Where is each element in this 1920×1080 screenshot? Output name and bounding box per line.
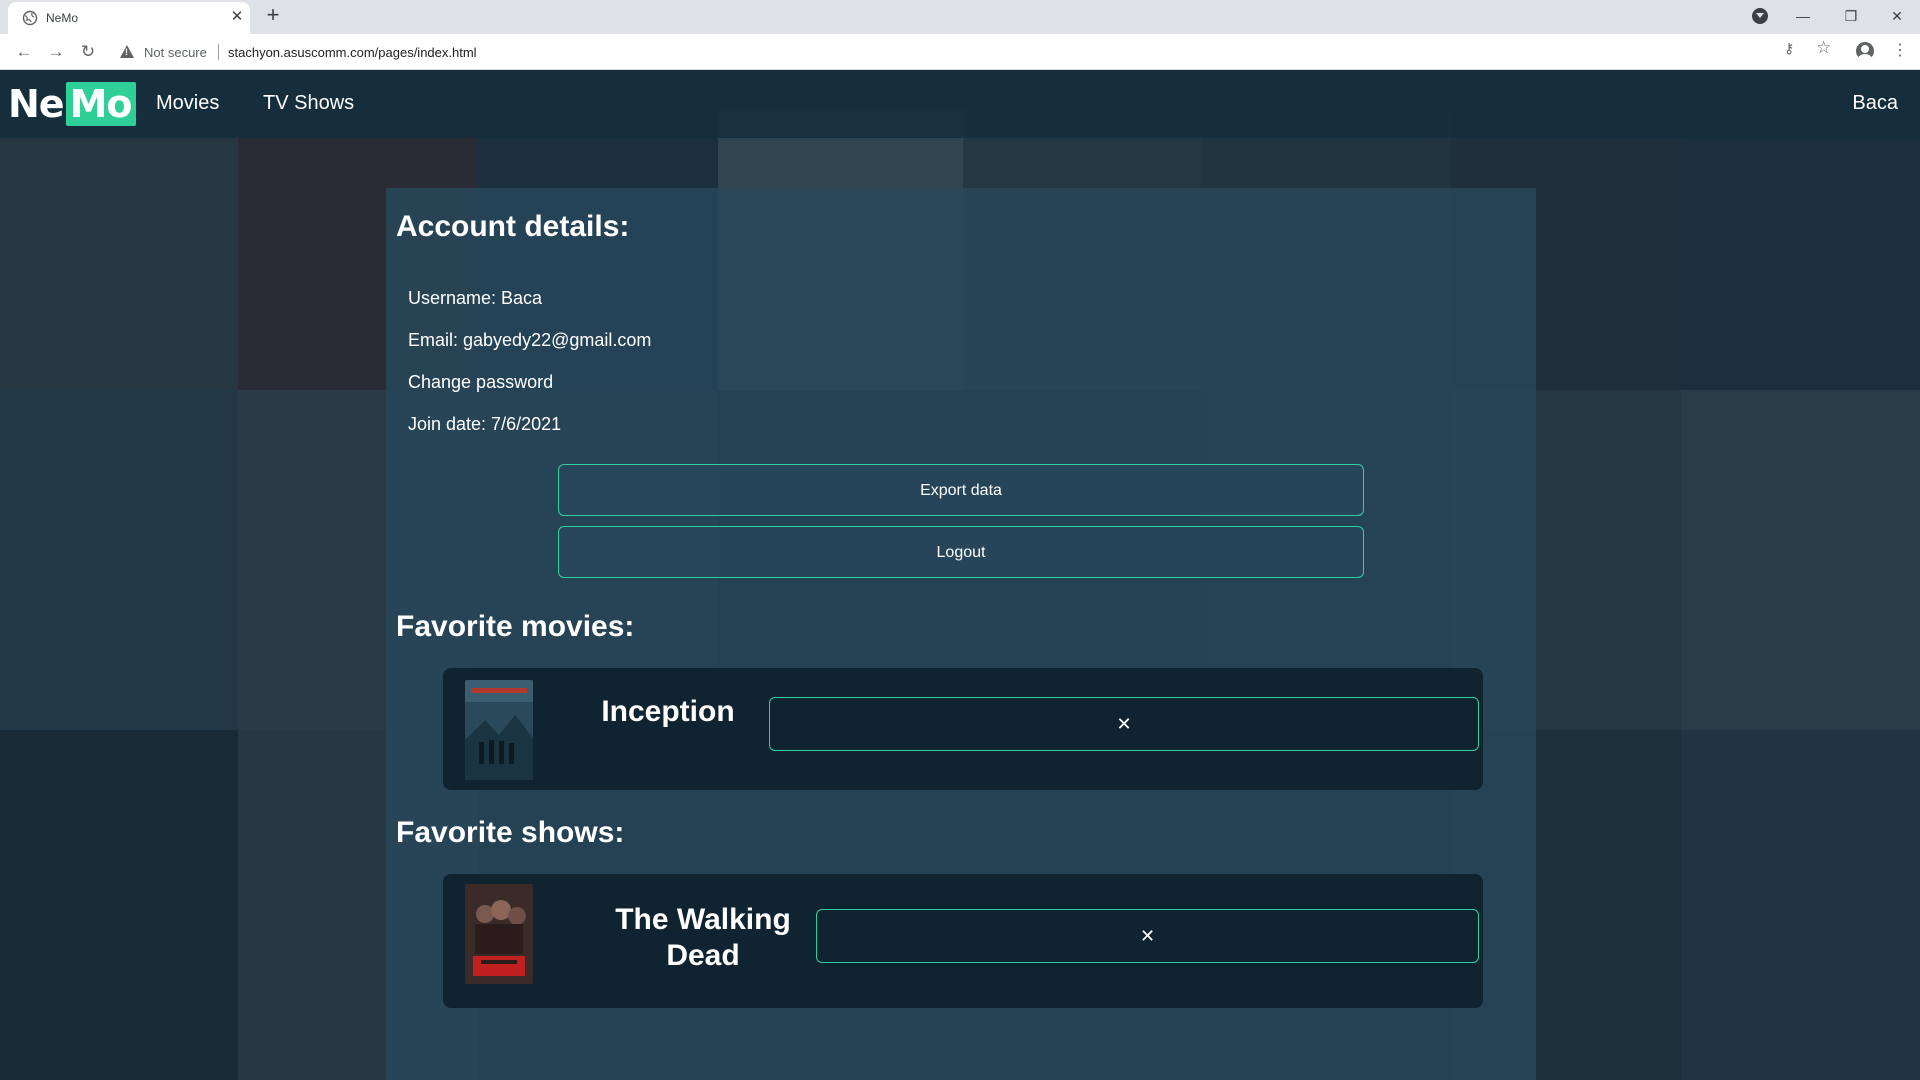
logo-mo: Mo — [65, 82, 136, 126]
nemo-logo[interactable]: Ne Mo — [8, 82, 136, 126]
favorite-movies-heading: Favorite movies: — [396, 610, 635, 643]
account-details-heading: Account details: — [396, 210, 630, 243]
nav-user-link[interactable]: Baca — [1852, 92, 1898, 115]
favorite-movie-card: Inception ✕ — [443, 668, 1483, 790]
inception-poster — [465, 680, 533, 780]
username-text: Username: Baca — [408, 288, 543, 308]
globe-icon — [22, 10, 38, 26]
remove-show-button[interactable]: ✕ — [816, 909, 1479, 963]
close-window-icon[interactable]: ✕ — [1882, 4, 1912, 28]
url-text[interactable]: stachyon.asuscomm.com/pages/index.html — [228, 45, 477, 60]
browser-toolbar: ← → ↻ Not secure stachyon.asuscomm.com/p… — [0, 34, 1920, 70]
not-secure-label: Not secure — [144, 45, 207, 60]
logout-button[interactable]: Logout — [558, 526, 1364, 578]
page: Ne Mo Movies TV Shows Baca Account detai… — [0, 70, 1920, 1080]
remove-movie-button[interactable]: ✕ — [769, 697, 1479, 751]
join-date-text: Join date: 7/6/2021 — [408, 414, 562, 434]
new-tab-icon[interactable]: + — [262, 4, 284, 27]
tab-search-icon[interactable] — [1752, 8, 1768, 24]
favorite-shows-heading: Favorite shows: — [396, 816, 625, 849]
favorite-show-card: The Walking Dead ✕ — [443, 874, 1483, 1008]
browser-tab-strip: NeMo ✕ + — ❐ ✕ — [0, 0, 1920, 34]
close-icon: ✕ — [1139, 925, 1156, 946]
walking-dead-poster — [465, 884, 533, 984]
favorite-show-title[interactable]: The Walking Dead — [583, 902, 823, 974]
back-icon[interactable]: ← — [12, 40, 36, 64]
restore-icon[interactable]: ❐ — [1836, 4, 1866, 28]
key-icon[interactable]: ⚷ — [1784, 40, 1794, 57]
address-bar[interactable]: Not secure stachyon.asuscomm.com/pages/i… — [106, 38, 1806, 66]
reload-icon[interactable]: ↻ — [76, 40, 100, 64]
address-divider — [218, 44, 219, 60]
forward-icon[interactable]: → — [44, 40, 68, 64]
tab-title: NeMo — [46, 11, 79, 25]
show-title-line-2: Dead — [666, 939, 740, 972]
favorite-movie-title[interactable]: Inception — [573, 694, 763, 730]
browser-tab[interactable]: NeMo ✕ — [8, 2, 250, 34]
account-panel: Account details: Username: Baca Email: g… — [386, 188, 1536, 1080]
tab-close-icon[interactable]: ✕ — [228, 8, 246, 26]
site-navbar: Ne Mo Movies TV Shows Baca — [0, 70, 1920, 138]
nav-link-movies[interactable]: Movies — [156, 92, 219, 115]
profile-avatar-icon[interactable] — [1856, 42, 1874, 60]
email-text: Email: gabyedy22@gmail.com — [408, 330, 652, 350]
change-password-link[interactable]: Change password — [408, 372, 553, 393]
export-data-button[interactable]: Export data — [558, 464, 1364, 516]
logo-ne: Ne — [8, 82, 65, 126]
nav-link-tv-shows[interactable]: TV Shows — [263, 92, 354, 115]
close-icon: ✕ — [1116, 713, 1132, 734]
show-title-line-1: The Walking — [615, 903, 791, 936]
menu-icon[interactable]: ⋮ — [1892, 40, 1908, 60]
minimize-icon[interactable]: — — [1788, 4, 1818, 28]
star-icon[interactable]: ☆ — [1816, 38, 1831, 58]
warning-icon — [120, 45, 134, 58]
